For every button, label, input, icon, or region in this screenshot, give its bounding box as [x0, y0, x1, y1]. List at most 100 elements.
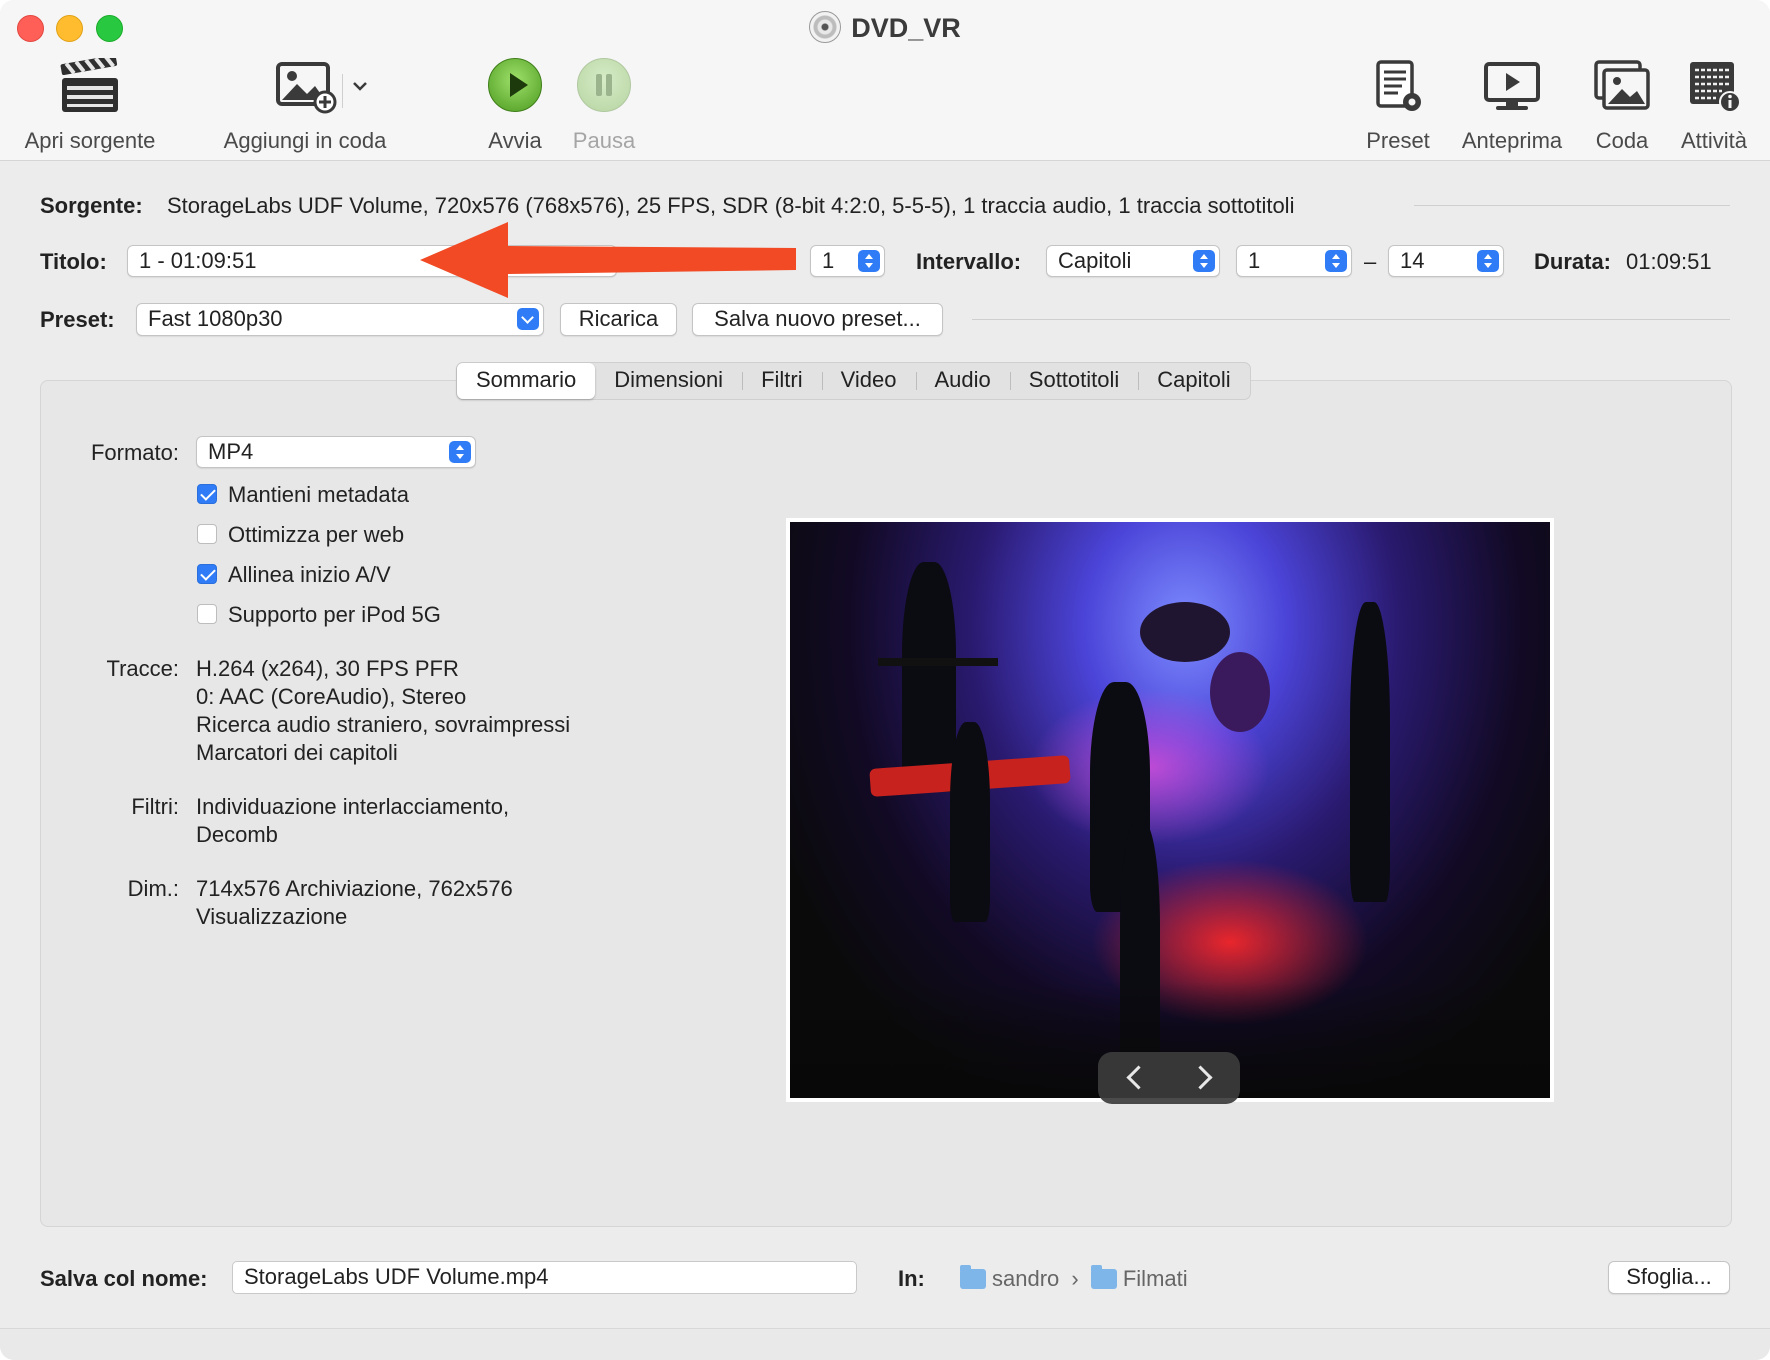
filter-line: Decomb [196, 822, 278, 847]
range-type-select[interactable]: Capitoli [1046, 245, 1220, 277]
stepper-icon [449, 441, 471, 463]
add-image-icon [276, 62, 337, 114]
ipod-support-checkbox[interactable] [197, 604, 217, 624]
save-new-preset-button[interactable]: Salva nuovo preset... [692, 303, 943, 336]
align-av-checkbox[interactable] [197, 564, 217, 584]
range-start-select[interactable]: 1 [1236, 245, 1352, 277]
angle-select[interactable]: 1 [810, 245, 885, 277]
duration-label: Durata: [1534, 249, 1612, 274]
preset-document-icon [1376, 60, 1421, 111]
app-window: DVD_VR Apri sorgente Aggiungi in coda Av… [0, 0, 1770, 1360]
checkbox-label: Allinea inizio A/V [228, 562, 391, 587]
range-label: Intervallo: [916, 249, 1022, 274]
folder-icon [1090, 1265, 1117, 1289]
status-bar [0, 1328, 1770, 1360]
toolbar-divider [342, 74, 343, 108]
title-select-value: 1 - 01:09:51 [139, 248, 257, 273]
dimensions-label: Dim.: [127, 876, 179, 901]
pause-icon [577, 58, 631, 112]
annotation-arrow-icon [420, 222, 796, 298]
presets-label: Preset [1366, 128, 1430, 153]
dvd-disc-icon [809, 11, 842, 43]
chevron-left-icon[interactable] [1126, 1065, 1151, 1090]
preset-select-value: Fast 1080p30 [148, 306, 283, 331]
reload-preset-button[interactable]: Ricarica [560, 303, 677, 336]
queue-label: Coda [1595, 128, 1649, 153]
tab-dimensions[interactable]: Dimensioni [595, 363, 742, 399]
preset-select[interactable]: Fast 1080p30 [136, 303, 544, 336]
stepper-icon [1325, 250, 1347, 272]
pause-button[interactable]: Pausa [573, 58, 635, 153]
source-value: StorageLabs UDF Volume, 720x576 (768x576… [167, 193, 1295, 218]
filename-input[interactable]: StorageLabs UDF Volume.mp4 [232, 1261, 857, 1294]
tab-filters[interactable]: Filtri [742, 363, 822, 399]
source-separator [1414, 205, 1730, 206]
stage-photo [790, 522, 1550, 1098]
clapperboard-icon [60, 55, 118, 112]
duration-value: 01:09:51 [1626, 249, 1712, 274]
track-line: Marcatori dei capitoli [196, 740, 398, 765]
path-separator: › [1071, 1266, 1079, 1291]
tab-subtitles[interactable]: Sottotitoli [1009, 363, 1139, 399]
toolbar: DVD_VR Apri sorgente Aggiungi in coda Av… [0, 0, 1770, 161]
activity-button[interactable]: Attività [1681, 58, 1747, 153]
queue-button[interactable]: Coda [1592, 58, 1652, 153]
source-label: Sorgente: [40, 193, 143, 218]
keyboard-shape [878, 658, 998, 666]
tab-video[interactable]: Video [821, 363, 916, 399]
preview-image [786, 518, 1554, 1102]
start-label: Avvia [488, 128, 542, 153]
tab-chapters[interactable]: Capitoli [1138, 363, 1249, 399]
keep-metadata-checkbox[interactable] [197, 484, 217, 504]
start-button[interactable]: Avvia [488, 58, 542, 153]
add-to-queue-button[interactable]: Aggiungi in coda [224, 58, 386, 153]
checkbox-label: Supporto per iPod 5G [228, 602, 441, 627]
filters-label: Filtri: [131, 794, 179, 819]
activity-label: Attività [1680, 128, 1748, 153]
window-title: DVD_VR [0, 11, 1770, 44]
track-line: H.264 (x264), 30 FPS PFR [196, 656, 459, 681]
range-end-value: 14 [1400, 248, 1425, 273]
preview-screen-icon [1484, 62, 1540, 110]
chevron-right-icon[interactable] [1188, 1065, 1213, 1090]
web-optimize-checkbox[interactable] [197, 524, 217, 544]
folder-icon [960, 1265, 986, 1289]
dimensions-line: 714x576 Archiviazione, 762x576 [196, 876, 513, 901]
chevron-down-icon[interactable] [352, 80, 368, 92]
pause-label: Pausa [572, 128, 636, 153]
angle-select-value: 1 [822, 248, 835, 273]
preview-button[interactable]: Anteprima [1462, 58, 1562, 153]
track-line: Ricerca audio straniero, sovraimpressi [196, 712, 571, 737]
tracks-label: Tracce: [106, 656, 179, 681]
format-select-value: MP4 [208, 439, 254, 464]
chevron-down-icon [517, 308, 539, 330]
format-select[interactable]: MP4 [196, 436, 476, 468]
filter-line: Individuazione interlacciamento, [196, 794, 510, 819]
stepper-icon [858, 250, 880, 272]
title-label: Titolo: [40, 249, 107, 274]
presets-button[interactable]: Preset [1366, 58, 1430, 153]
preset-separator [972, 319, 1730, 320]
add-to-queue-label: Aggiungi in coda [223, 128, 387, 153]
preset-label: Preset: [40, 307, 115, 332]
track-line: 0: AAC (CoreAudio), Stereo [196, 684, 467, 709]
checkbox-label: Ottimizza per web [228, 522, 405, 547]
preview-label: Anteprima [1461, 128, 1563, 153]
tab-summary[interactable]: Sommario [457, 363, 596, 399]
range-start-value: 1 [1248, 248, 1261, 273]
activity-log-icon [1690, 62, 1741, 113]
open-source-button[interactable]: Apri sorgente [25, 55, 155, 153]
range-dash: – [1364, 249, 1377, 274]
range-end-select[interactable]: 14 [1388, 245, 1504, 277]
stepper-icon [1477, 250, 1499, 272]
stepper-icon [1193, 250, 1215, 272]
tab-audio[interactable]: Audio [915, 363, 1010, 399]
path-folder: Filmati [1122, 1266, 1188, 1291]
destination-path[interactable]: sandro › Filmati [960, 1265, 1188, 1292]
queue-images-icon [1594, 60, 1650, 110]
checkbox-label: Mantieni metadata [228, 482, 409, 507]
preview-navigation [1098, 1052, 1240, 1104]
browse-button[interactable]: Sfoglia... [1608, 1261, 1730, 1294]
tab-bar: Sommario Dimensioni Filtri Video Audio S… [456, 362, 1251, 400]
range-type-value: Capitoli [1058, 248, 1132, 273]
